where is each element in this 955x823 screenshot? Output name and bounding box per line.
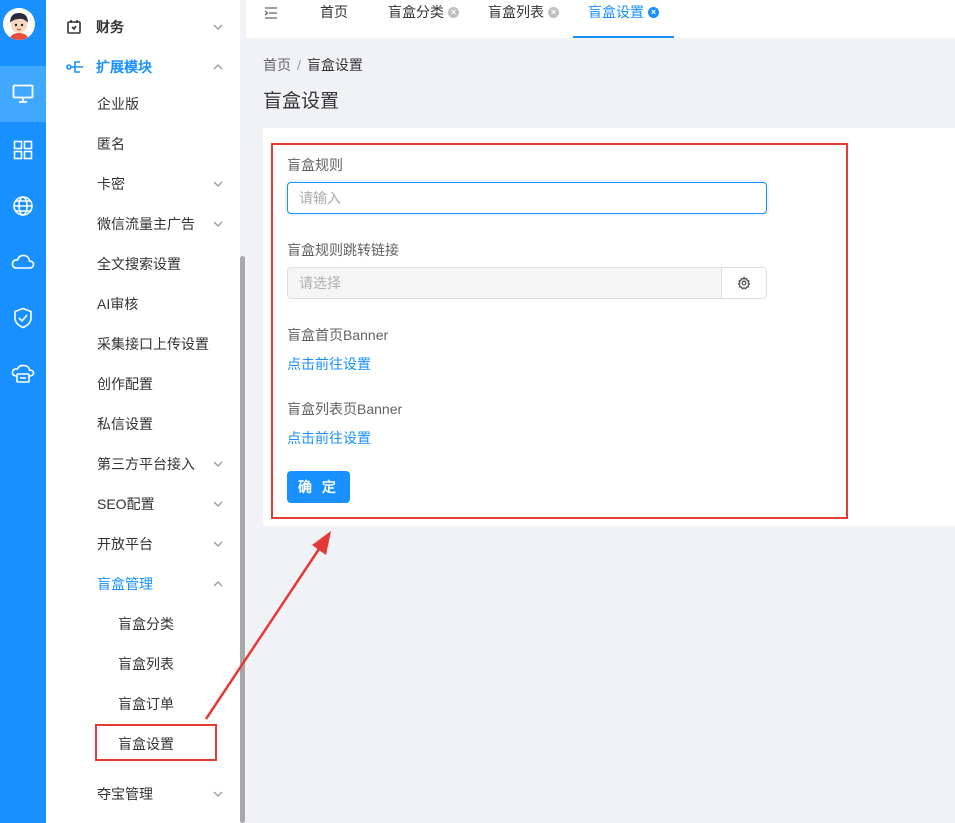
sidebar-item-label: 微信流量主广告 — [97, 216, 195, 232]
tab-label: 盲盒设置 — [588, 4, 644, 20]
sidebar-item-label: 盲盒订单 — [118, 696, 174, 712]
sidebar: 财务 扩展模块 企业版 匿名 卡密 微信流量主广告 全文搜索设置 AI审核 采集… — [46, 0, 240, 823]
sidebar-item-blindbox-category[interactable]: 盲盒分类 — [46, 604, 240, 644]
sidebar-item-treasure[interactable]: 夺宝管理 — [46, 774, 240, 814]
sidebar-item-private-message[interactable]: 私信设置 — [46, 404, 240, 444]
tab-label: 首页 — [320, 4, 348, 20]
sidebar-item-collect-upload[interactable]: 采集接口上传设置 — [46, 324, 240, 364]
monitor-icon[interactable] — [0, 66, 46, 122]
close-icon[interactable]: × — [448, 7, 459, 18]
sidebar-item-label: 企业版 — [97, 96, 139, 112]
breadcrumb-current: 盲盒设置 — [306, 57, 363, 73]
chevron-down-icon — [213, 221, 223, 227]
sidebar-item-seo[interactable]: SEO配置 — [46, 484, 240, 524]
collapse-menu-icon[interactable] — [264, 0, 284, 38]
sidebar-item-ai-review[interactable]: AI审核 — [46, 284, 240, 324]
sidebar-item-label: 开放平台 — [97, 536, 153, 552]
sidebar-item-label: 扩展模块 — [96, 59, 152, 75]
shield-check-icon[interactable] — [0, 290, 46, 346]
sidebar-item-label: 创作配置 — [97, 376, 153, 392]
globe-icon[interactable] — [0, 178, 46, 234]
sidebar-item-finance[interactable]: 财务 — [46, 7, 240, 47]
annotation-highlight-form — [271, 143, 848, 519]
cloud-icon[interactable] — [0, 234, 46, 290]
chevron-down-icon — [213, 24, 223, 30]
close-icon[interactable]: × — [648, 7, 659, 18]
tab-blindbox-category[interactable]: 盲盒分类 × — [388, 0, 459, 38]
annotation-highlight-menu — [95, 724, 217, 761]
sidebar-item-label: 盲盒管理 — [97, 576, 153, 592]
sidebar-item-blindbox-list[interactable]: 盲盒列表 — [46, 644, 240, 684]
grid-icon[interactable] — [0, 122, 46, 178]
tab-bar: 首页 盲盒分类 × 盲盒列表 × 盲盒设置 × — [246, 0, 955, 38]
icon-rail — [0, 0, 46, 823]
breadcrumb: 首页 / 盲盒设置 — [263, 55, 363, 75]
sidebar-item-extensions[interactable]: 扩展模块 — [46, 47, 240, 87]
tab-label: 盲盒分类 — [388, 4, 444, 20]
cloud-storage-icon[interactable] — [0, 346, 46, 402]
sidebar-item-wechat-ads[interactable]: 微信流量主广告 — [46, 204, 240, 244]
sidebar-item-fulltext-search[interactable]: 全文搜索设置 — [46, 244, 240, 284]
sidebar-item-label: 第三方平台接入 — [97, 456, 195, 472]
sidebar-item-third-party[interactable]: 第三方平台接入 — [46, 444, 240, 484]
sidebar-item-label: 夺宝管理 — [97, 786, 153, 802]
sidebar-item-card-secret[interactable]: 卡密 — [46, 164, 240, 204]
chevron-up-icon — [213, 64, 223, 70]
sidebar-item-label: SEO配置 — [97, 496, 155, 512]
sidebar-item-anonymous[interactable]: 匿名 — [46, 124, 240, 164]
sidebar-item-label: 财务 — [96, 19, 124, 35]
sidebar-item-blindbox-orders[interactable]: 盲盒订单 — [46, 684, 240, 724]
page-title: 盲盒设置 — [263, 91, 340, 112]
sidebar-item-enterprise[interactable]: 企业版 — [46, 84, 240, 124]
tab-home[interactable]: 首页 — [320, 0, 348, 38]
sidebar-item-label: AI审核 — [97, 296, 139, 312]
chevron-down-icon — [213, 461, 223, 467]
avatar[interactable] — [3, 8, 35, 40]
tab-label: 盲盒列表 — [488, 4, 544, 20]
breadcrumb-home[interactable]: 首页 — [263, 57, 291, 73]
chevron-down-icon — [213, 791, 223, 797]
chevron-up-icon — [213, 581, 223, 587]
sidebar-item-blindbox-management[interactable]: 盲盒管理 — [46, 564, 240, 604]
sidebar-item-label: 盲盒分类 — [118, 616, 174, 632]
sidebar-item-open-platform[interactable]: 开放平台 — [46, 524, 240, 564]
sidebar-item-label: 盲盒列表 — [118, 656, 174, 672]
chevron-down-icon — [213, 501, 223, 507]
close-icon[interactable]: × — [548, 7, 559, 18]
extension-icon — [66, 59, 84, 78]
breadcrumb-separator: / — [297, 57, 301, 73]
sidebar-item-label: 私信设置 — [97, 416, 153, 432]
sidebar-item-label: 采集接口上传设置 — [97, 336, 209, 352]
sidebar-item-label: 全文搜索设置 — [97, 256, 181, 272]
tab-blindbox-list[interactable]: 盲盒列表 × — [488, 0, 559, 38]
chevron-down-icon — [213, 541, 223, 547]
chevron-down-icon — [213, 181, 223, 187]
sidebar-scrollbar[interactable] — [240, 256, 245, 823]
wallet-icon — [66, 19, 82, 38]
sidebar-item-creation-config[interactable]: 创作配置 — [46, 364, 240, 404]
sidebar-item-label: 卡密 — [97, 176, 125, 192]
sidebar-item-label: 匿名 — [97, 136, 125, 152]
tab-blindbox-settings[interactable]: 盲盒设置 × — [573, 0, 674, 38]
